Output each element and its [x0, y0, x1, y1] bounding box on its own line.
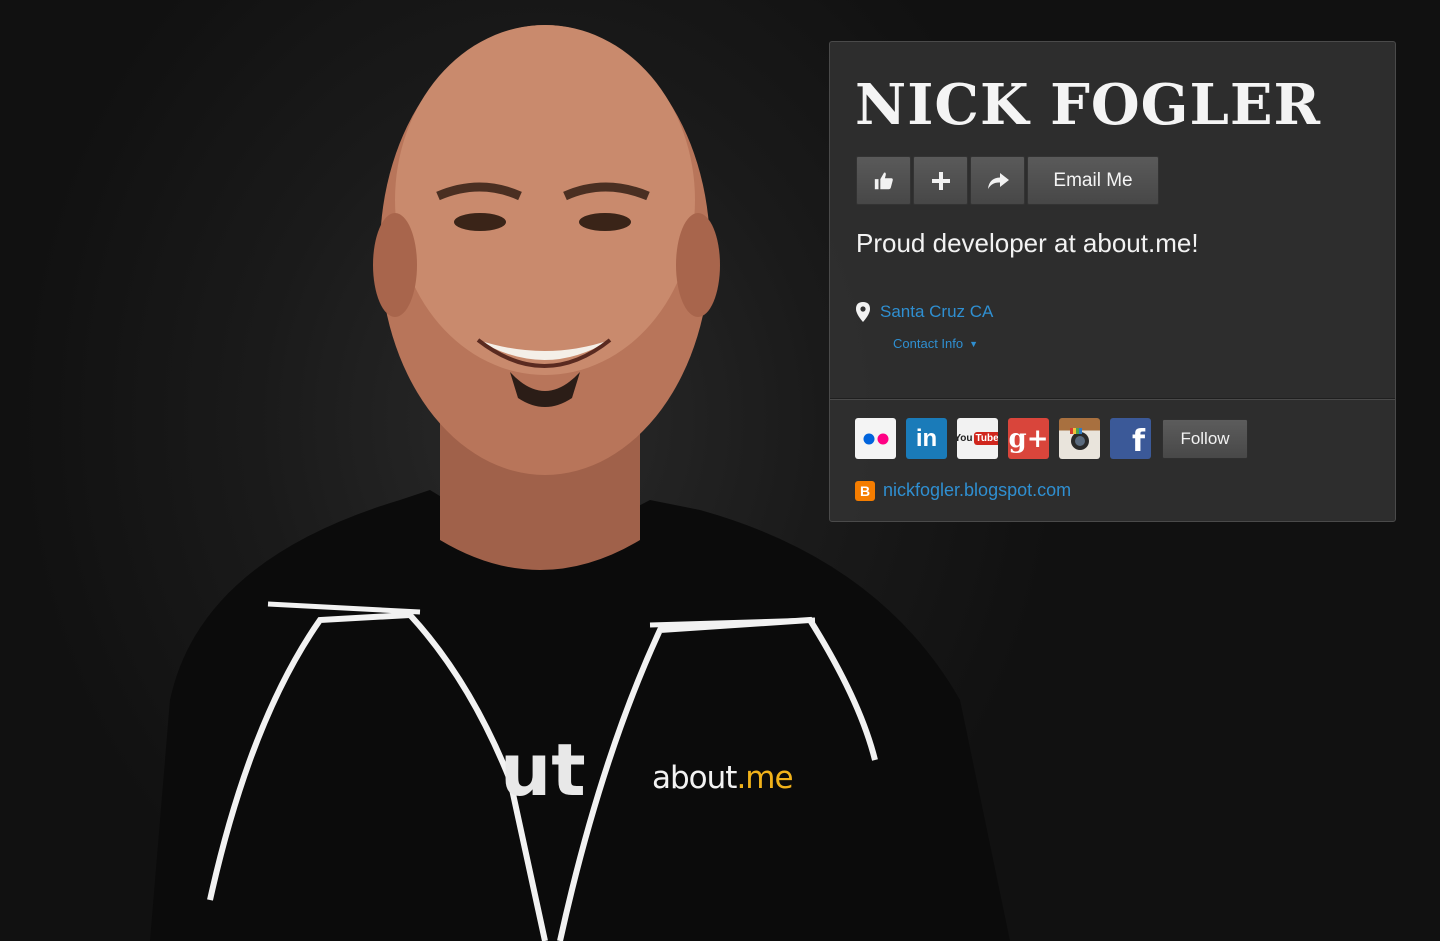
facebook-link[interactable]: f: [1110, 418, 1151, 459]
flickr-link[interactable]: [855, 418, 896, 459]
instagram-icon: [1069, 427, 1089, 450]
add-button[interactable]: [913, 156, 968, 205]
youtube-icon-text-b: Tube: [973, 432, 998, 445]
shirt-logo-accent: .me: [736, 760, 793, 796]
thumbs-up-icon: [874, 172, 893, 189]
profile-headline: Proud developer at about.me!: [856, 228, 1199, 258]
flickr-icon: [863, 433, 888, 444]
blog-link[interactable]: nickfogler.blogspot.com: [883, 480, 1071, 501]
like-button[interactable]: [856, 156, 911, 205]
social-links: in YouTube g+ f Follow: [855, 418, 1248, 459]
linkedin-icon: in: [915, 424, 938, 452]
share-button[interactable]: [970, 156, 1025, 205]
plus-icon: [931, 171, 950, 190]
chevron-down-icon: ▼: [969, 338, 979, 349]
google-plus-link[interactable]: g+: [1008, 418, 1049, 459]
shirt-partial-text: ut: [500, 728, 586, 812]
card-divider: [830, 398, 1395, 399]
email-me-button[interactable]: Email Me: [1027, 156, 1159, 205]
google-plus-icon: g+: [1008, 423, 1049, 454]
linkedin-link[interactable]: in: [906, 418, 947, 459]
facebook-icon: f: [1131, 424, 1145, 459]
contact-info-label: Contact Info: [893, 336, 964, 351]
blog-row: B nickfogler.blogspot.com: [855, 480, 1071, 501]
shirt-logo-text: about: [652, 760, 737, 796]
youtube-link[interactable]: YouTube: [957, 418, 998, 459]
instagram-link[interactable]: [1059, 418, 1100, 459]
location-row: Santa Cruz CA: [856, 302, 993, 322]
contact-info-toggle[interactable]: Contact Info ▼: [893, 336, 978, 351]
share-arrow-icon: [987, 172, 1009, 189]
profile-name: NICK FOGLER: [855, 72, 1322, 138]
location-pin-icon: [856, 302, 870, 322]
shirt-logo: about.me: [652, 760, 794, 796]
location-link[interactable]: Santa Cruz CA: [880, 302, 993, 322]
action-bar: Email Me: [856, 156, 1159, 205]
youtube-icon-text-a: You: [957, 433, 973, 444]
profile-card: NICK FOGLER Email Me Proud developer at …: [829, 41, 1396, 522]
youtube-icon: YouTube: [957, 432, 998, 445]
follow-button[interactable]: Follow: [1162, 418, 1248, 459]
blogger-icon: B: [855, 480, 875, 501]
